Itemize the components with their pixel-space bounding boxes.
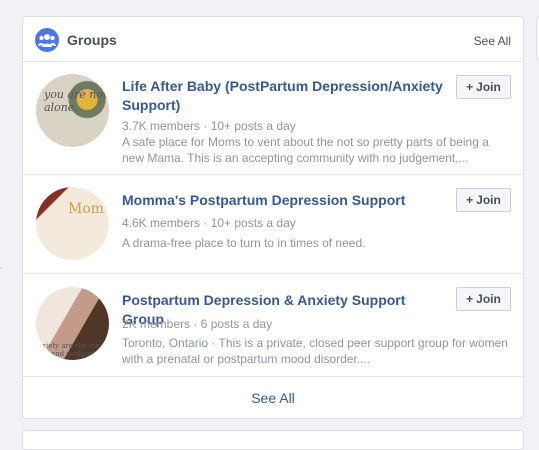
join-label: Join [476,292,501,306]
group-meta: 4.6K members · 10+ posts a day [122,216,296,230]
groups-card-footer: See All [23,377,523,419]
thumbnail-text: Mom [68,201,105,217]
group-name-link[interactable]: Momma's Postpartum Depression Support [122,191,447,210]
footer-see-all-link[interactable]: See All [251,390,295,406]
group-thumbnail[interactable]: Mom [36,187,109,260]
plus-icon: + [466,193,474,207]
groups-title: Groups [67,32,117,48]
join-button[interactable]: + Join [456,75,511,99]
join-label: Join [476,80,501,94]
group-name-link[interactable]: Life After Baby (PostPartum Depression/A… [122,77,447,115]
left-column-edge: · [0,0,22,436]
groups-card: Groups See All you are not alone. Life A… [22,16,524,419]
group-thumbnail[interactable]: you are not alone. [36,74,109,147]
groups-card-header: Groups See All [23,17,523,62]
group-thumbnail[interactable]: xiety are the most ty and postpart [36,287,109,360]
header-see-all-link[interactable]: See All [474,34,511,48]
next-card-edge [22,430,524,450]
groups-icon [35,28,59,52]
group-description: A drama-free place to turn to in times o… [122,236,366,250]
edge-mark: · [0,263,4,274]
group-description: Toronto, Ontario · This is a private, cl… [122,336,508,366]
plus-icon: + [466,80,474,94]
thumbnail-text: you are not alone. [44,88,108,114]
thumbnail-text: xiety are the most ty and postpart [42,342,107,358]
group-meta: 3.7K members · 10+ posts a day [122,119,296,133]
plus-icon: + [466,292,474,306]
group-item: you are not alone. Life After Baby (Post… [23,62,523,175]
join-button[interactable]: + Join [456,188,511,212]
group-meta: 2K members · 6 posts a day [122,317,273,331]
join-label: Join [476,193,501,207]
group-item: xiety are the most ty and postpart Postp… [23,274,523,377]
group-item: Mom Momma's Postpartum Depression Suppor… [23,175,523,274]
join-button[interactable]: + Join [456,287,511,311]
group-description: A safe place for Moms to vent about the … [122,135,489,165]
